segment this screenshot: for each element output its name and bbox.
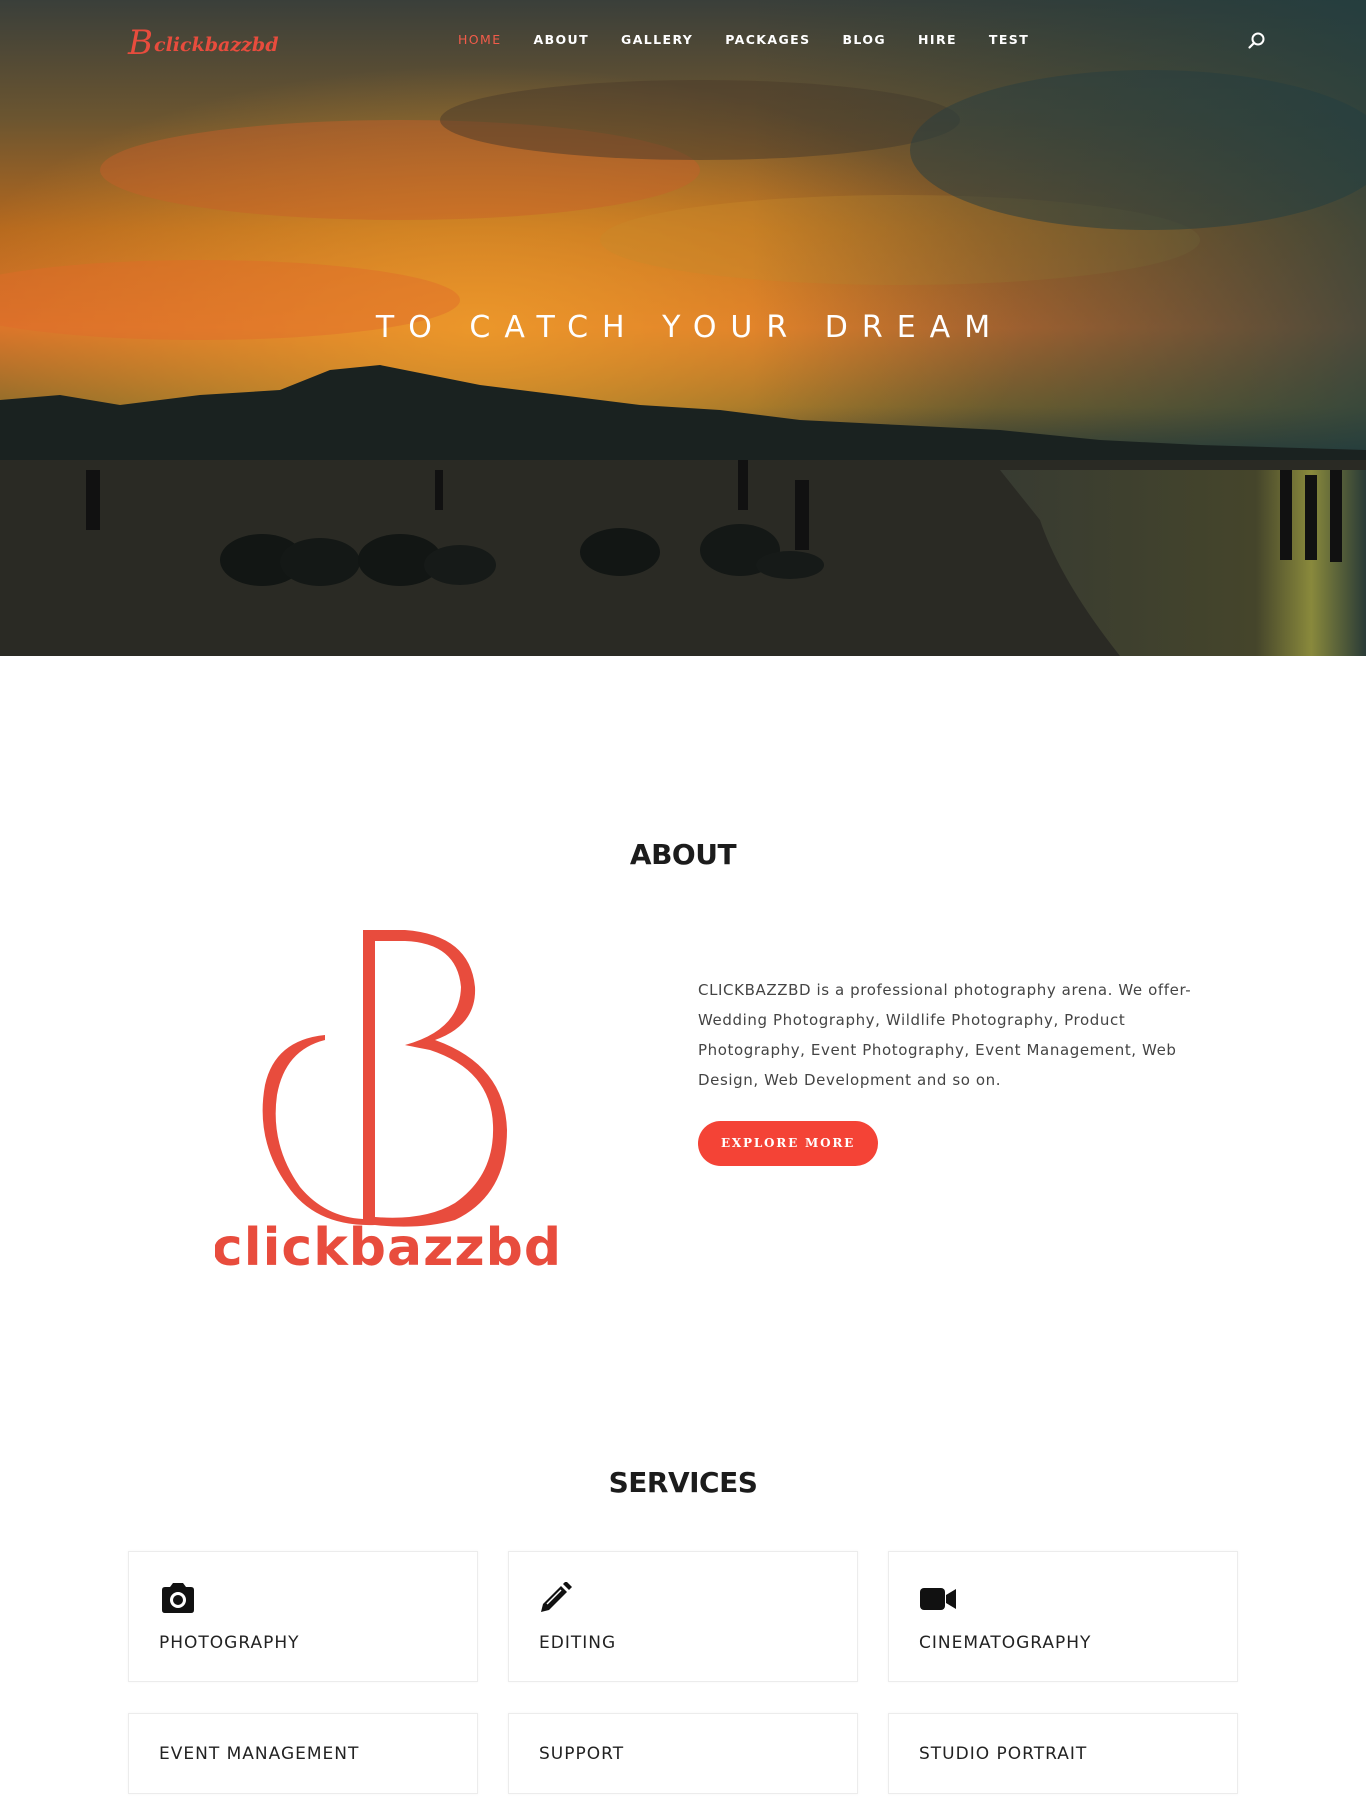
about-logo-text: clickbazzbd xyxy=(215,1218,560,1275)
nav-item-packages[interactable]: PACKAGES xyxy=(725,32,810,48)
about-description: CLICKBAZZBD is a professional photograph… xyxy=(698,981,1192,1089)
main-menu: HOME ABOUT GALLERY PACKAGES BLOG HIRE TE… xyxy=(458,32,1061,48)
hero-banner: B clickbazzbd HOME ABOUT GALLERY PACKAGE… xyxy=(0,0,1366,656)
service-card-studio-portrait[interactable]: STUDIO PORTRAIT xyxy=(888,1713,1238,1794)
service-card-support[interactable]: SUPPORT xyxy=(508,1713,858,1794)
service-card-cinematography[interactable]: CINEMATOGRAPHY xyxy=(888,1551,1238,1682)
nav-item-test[interactable]: TEST xyxy=(989,32,1029,48)
about-section-title: ABOUT xyxy=(629,838,737,871)
service-card-editing[interactable]: EDITING xyxy=(508,1551,858,1682)
service-label: STUDIO PORTRAIT xyxy=(919,1744,1088,1764)
services-section-title: SERVICES xyxy=(608,1466,758,1499)
camera-icon xyxy=(162,1583,194,1613)
service-label: EDITING xyxy=(539,1633,617,1653)
search-icon[interactable] xyxy=(1247,31,1267,51)
nav-item-hire[interactable]: HIRE xyxy=(918,32,957,48)
explore-more-button[interactable]: EXPLORE MORE xyxy=(698,1121,878,1166)
nav-item-home[interactable]: HOME xyxy=(458,32,502,48)
video-camera-icon xyxy=(920,1588,956,1610)
brand-logo-text: clickbazzbd xyxy=(154,34,279,56)
service-label: EVENT MANAGEMENT xyxy=(159,1744,360,1764)
pencil-icon xyxy=(541,1582,572,1612)
service-label: CINEMATOGRAPHY xyxy=(919,1633,1092,1653)
about-logo-image: clickbazzbd xyxy=(215,930,560,1275)
brand-logo-mark: B xyxy=(128,23,153,63)
nav-item-blog[interactable]: BLOG xyxy=(842,32,886,48)
service-label: PHOTOGRAPHY xyxy=(159,1633,300,1653)
service-card-photography[interactable]: PHOTOGRAPHY xyxy=(128,1551,478,1682)
top-navigation: B clickbazzbd HOME ABOUT GALLERY PACKAGE… xyxy=(0,0,1366,80)
service-card-event-management[interactable]: EVENT MANAGEMENT xyxy=(128,1713,478,1794)
service-label: SUPPORT xyxy=(539,1744,625,1764)
brand-logo[interactable]: B clickbazzbd xyxy=(128,26,278,60)
nav-item-about[interactable]: ABOUT xyxy=(534,32,590,48)
hero-title: TO CATCH YOUR DREAM xyxy=(375,310,1005,345)
nav-item-gallery[interactable]: GALLERY xyxy=(621,32,693,48)
